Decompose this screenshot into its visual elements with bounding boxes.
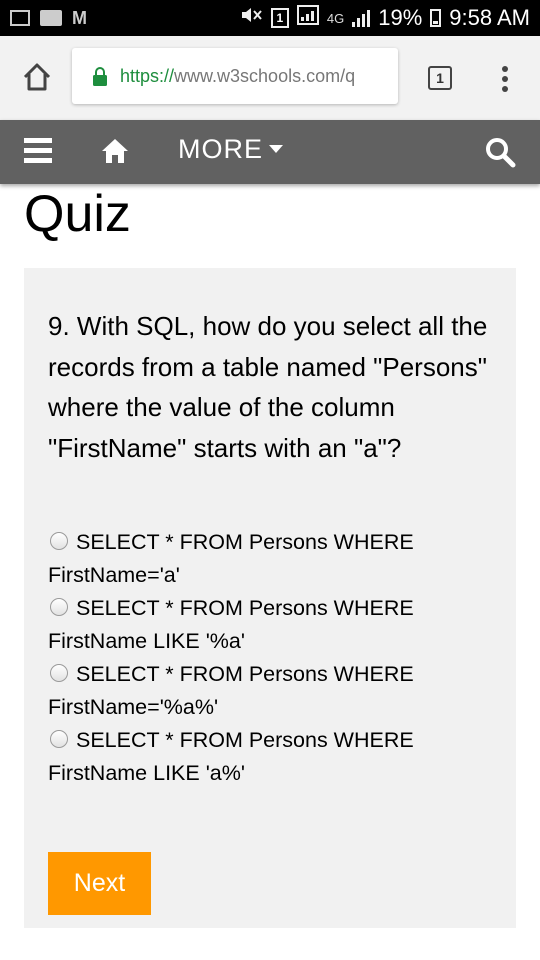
answer-options: SELECT * FROM Persons WHERE FirstName='a… xyxy=(48,526,492,790)
status-bar: M 1 4G 19% 9:58 AM xyxy=(0,0,540,36)
option-line2: FirstName='a' xyxy=(48,563,180,587)
answer-option[interactable]: SELECT * FROM Persons WHERE FirstName='%… xyxy=(48,658,492,724)
radio-button[interactable] xyxy=(50,598,68,616)
option-line1: SELECT * FROM Persons WHERE xyxy=(76,728,414,752)
answer-option[interactable]: SELECT * FROM Persons WHERE FirstName LI… xyxy=(48,724,492,790)
option-line1: SELECT * FROM Persons WHERE xyxy=(76,662,414,686)
status-right: 1 4G 19% 9:58 AM xyxy=(239,5,530,31)
question-text: 9. With SQL, how do you select all the r… xyxy=(48,311,488,463)
more-menu-button[interactable]: MORE xyxy=(178,134,283,165)
quiz-panel: 9. With SQL, how do you select all the r… xyxy=(24,268,516,928)
radio-button[interactable] xyxy=(50,664,68,682)
url-host: www.w3schools.com/q xyxy=(174,65,356,86)
radio-button[interactable] xyxy=(50,532,68,550)
browser-toolbar: https://www.w3schools.com/q 1 xyxy=(0,36,540,120)
mute-icon xyxy=(239,5,263,31)
status-left: M xyxy=(10,8,87,29)
tabs-icon[interactable]: 1 xyxy=(428,66,452,90)
answer-option[interactable]: SELECT * FROM Persons WHERE FirstName LI… xyxy=(48,592,492,658)
hamburger-icon[interactable] xyxy=(24,138,52,164)
radio-button[interactable] xyxy=(50,730,68,748)
app-notification-icon: M xyxy=(72,7,87,28)
message-notification-icon xyxy=(40,10,62,26)
network-type: 4G xyxy=(326,10,345,26)
overflow-menu-icon[interactable] xyxy=(502,66,508,92)
url-scheme: https:// xyxy=(120,65,175,86)
gallery-notification-icon xyxy=(10,10,30,26)
option-line2: FirstName='%a%' xyxy=(48,695,219,719)
site-navbar: MORE xyxy=(0,120,540,184)
option-line2: FirstName LIKE '%a' xyxy=(48,629,245,653)
option-line2: FirstName LIKE 'a%' xyxy=(48,761,245,785)
browser-home-icon[interactable] xyxy=(20,60,54,94)
clock: 9:58 AM xyxy=(449,5,530,30)
search-icon[interactable] xyxy=(484,136,516,173)
caret-down-icon xyxy=(269,144,283,153)
sim-icon: 1 xyxy=(270,8,289,28)
battery-icon xyxy=(430,9,442,27)
address-bar[interactable]: https://www.w3schools.com/q xyxy=(72,48,398,104)
more-label: MORE xyxy=(178,134,263,164)
next-button[interactable]: Next xyxy=(48,852,151,915)
battery-percent: 19% xyxy=(378,5,423,30)
lock-icon xyxy=(92,66,108,86)
signal-strength-icon xyxy=(352,9,371,27)
page-title: Quiz xyxy=(24,185,131,243)
option-line1: SELECT * FROM Persons WHERE xyxy=(76,530,414,554)
answer-option[interactable]: SELECT * FROM Persons WHERE FirstName='a… xyxy=(48,526,492,592)
option-line1: SELECT * FROM Persons WHERE xyxy=(76,596,414,620)
signal-box-icon xyxy=(296,5,319,31)
home-icon[interactable] xyxy=(100,136,130,171)
